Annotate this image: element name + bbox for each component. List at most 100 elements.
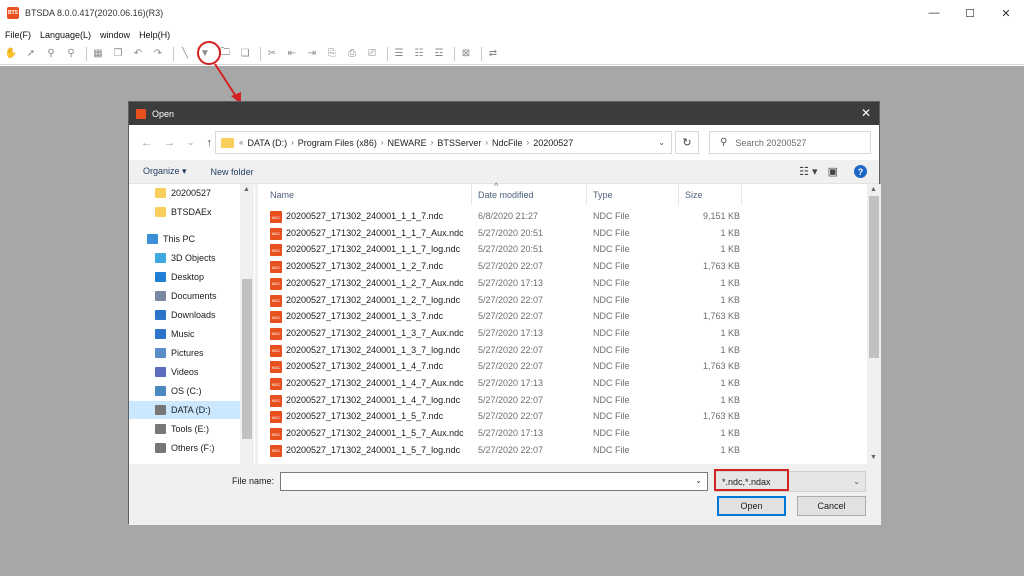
file-row[interactable]: NDC 20200527_171302_240001_1_5_7_Aux.ndc 5… [258,426,867,443]
file-list-scrollbar[interactable]: ▲ ▼ [867,184,881,467]
sidebar-item-music[interactable]: Music [129,325,240,343]
breadcrumb-item[interactable]: NEWARE [388,138,427,148]
file-type: NDC File [593,261,630,272]
close-button[interactable]: ✕ [988,0,1024,26]
excel-icon[interactable]: ⊠ [458,46,474,62]
next-icon[interactable]: ⎘ [324,46,340,62]
first-icon[interactable]: ⇤ [284,46,300,62]
minimize-button[interactable]: — [916,0,952,26]
table2-icon[interactable]: ☷ [411,46,427,62]
sidebar-item-others-f[interactable]: Others (F:) [129,439,240,457]
zoom-out-icon[interactable]: ⚲ [63,46,79,62]
breadcrumb-item[interactable]: DATA (D:) [247,138,287,148]
scroll-up-icon[interactable]: ▲ [243,186,250,193]
line-icon[interactable]: ╲ [177,46,193,62]
sidebar-item-desktop[interactable]: Desktop [129,268,240,286]
breadcrumb-item[interactable]: 20200527 [533,138,573,148]
file-row[interactable]: NDC 20200527_171302_240001_1_3_7_Aux.ndc 5… [258,326,867,343]
table-icon[interactable]: ☰ [391,46,407,62]
file-row[interactable]: NDC 20200527_171302_240001_1_2_7_Aux.ndc 5… [258,276,867,293]
sidebar-item-pictures[interactable]: Pictures [129,344,240,362]
column-header-name[interactable]: Name [264,184,472,205]
breadcrumb-item[interactable]: NdcFile [492,138,523,148]
view-options-icon[interactable]: ☷ ▾ [799,165,817,178]
hand-icon[interactable]: ✋ [3,46,19,62]
file-row[interactable]: NDC 20200527_171302_240001_1_2_7.ndc 5/27/… [258,259,867,276]
column-header-date[interactable]: Date modified [472,184,587,205]
file-type: NDC File [593,444,630,455]
redo-icon[interactable]: ↷ [150,46,166,62]
scroll-down-icon[interactable]: ▼ [870,454,877,461]
refresh-button[interactable]: ↻ [675,131,699,154]
table3-icon[interactable]: ☲ [431,46,447,62]
maximize-button[interactable]: ☐ [952,0,988,26]
filename-input[interactable]: ⌄ [280,472,708,491]
sidebar-item-os-c[interactable]: OS (C:) [129,382,240,400]
address-bar[interactable]: « DATA (D:) › Program Files (x86) › NEWA… [215,131,672,154]
column-header-size[interactable]: Size [679,184,742,205]
pointer-icon[interactable]: ➚ [23,46,39,62]
step-icon[interactable]: ⎚ [364,46,380,62]
file-row[interactable]: NDC 20200527_171302_240001_1_4_7_log.ndc 5… [258,393,867,410]
recent-dropdown-icon[interactable]: ⌄ [187,137,195,148]
up-arrow-icon[interactable]: ↑ [207,137,213,149]
sidebar-item-3d-objects[interactable]: 3D Objects [129,249,240,267]
chevron-down-icon[interactable]: ⌄ [695,476,702,485]
file-row[interactable]: NDC 20200527_171302_240001_1_5_7_log.ndc 5… [258,443,867,460]
chevron-right-icon: › [291,138,294,147]
breadcrumb-overflow[interactable]: « [239,138,243,147]
copy-icon[interactable]: ❐ [110,46,126,62]
sidebar-scrollbar[interactable]: ▲ [240,184,254,467]
file-row[interactable]: NDC 20200527_171302_240001_1_3_7.ndc 5/27/… [258,309,867,326]
new-folder-button[interactable]: New folder [211,167,254,177]
save-icon[interactable]: ❏ [237,46,253,62]
file-date-modified: 5/27/2020 20:51 [478,244,544,255]
menu-window[interactable]: window [100,30,130,40]
breadcrumb-item[interactable]: BTSServer [437,138,481,148]
sidebar-item-documents[interactable]: Documents [129,287,240,305]
back-arrow-icon[interactable]: ← [141,137,152,149]
sidebar-item-this-pc[interactable]: This PC [129,230,240,248]
search-input[interactable]: ⚲ Search 20200527 [709,131,871,154]
undo-icon[interactable]: ↶ [130,46,146,62]
file-row[interactable]: NDC 20200527_171302_240001_1_3_7_log.ndc 5… [258,343,867,360]
sidebar-item-data-d[interactable]: DATA (D:) [129,401,240,419]
column-header-type[interactable]: Type [587,184,679,205]
dialog-close-button[interactable]: ✕ [861,106,871,120]
sidebar-item-btsdaex[interactable]: BTSDAEx [129,203,240,221]
menu-help[interactable]: Help(H) [139,30,170,40]
export-icon[interactable]: ⇄ [485,46,501,62]
file-row[interactable]: NDC 20200527_171302_240001_1_1_7_log.ndc 5… [258,242,867,259]
zoom-in-icon[interactable]: ⚲ [43,46,59,62]
scrollbar-thumb[interactable] [242,279,252,439]
ndc-file-icon: NDC [270,311,282,324]
help-icon[interactable]: ? [854,165,867,178]
scroll-up-icon[interactable]: ▲ [870,186,877,193]
chevron-down-icon[interactable]: ⌄ [658,138,665,147]
sidebar-item-downloads[interactable]: Downloads [129,306,240,324]
tool-icon[interactable]: ✂ [264,46,280,62]
file-row[interactable]: NDC 20200527_171302_240001_1_2_7_log.ndc 5… [258,293,867,310]
menu-language[interactable]: Language(L) [40,30,91,40]
cancel-button[interactable]: Cancel [797,496,866,516]
sidebar-item-videos[interactable]: Videos [129,363,240,381]
file-row[interactable]: NDC 20200527_171302_240001_1_1_7_Aux.ndc 5… [258,226,867,243]
chevron-down-icon[interactable]: ⌄ [853,477,860,486]
file-row[interactable]: NDC 20200527_171302_240001_1_5_7.ndc 5/27/… [258,409,867,426]
file-row[interactable]: NDC 20200527_171302_240001_1_4_7.ndc 5/27/… [258,359,867,376]
file-row[interactable]: NDC 20200527_171302_240001_1_4_7_Aux.ndc 5… [258,376,867,393]
menu-file[interactable]: File(F) [5,30,31,40]
organize-button[interactable]: Organize ▾ [143,166,187,177]
forward-arrow-icon[interactable]: → [164,137,175,149]
sidebar-item-20200527[interactable]: 20200527 [129,184,240,202]
ndc-file-icon: NDC [270,294,282,307]
prev-icon[interactable]: ⇥ [304,46,320,62]
scrollbar-thumb[interactable] [869,196,879,358]
preview-pane-icon[interactable]: ▣ [828,165,838,178]
file-row[interactable]: NDC 20200527_171302_240001_1_1_7.ndc 6/8/2… [258,209,867,226]
breadcrumb-item[interactable]: Program Files (x86) [298,138,377,148]
sidebar-item-tools-e[interactable]: Tools (E:) [129,420,240,438]
open-button[interactable]: Open [717,496,786,516]
cycle-icon[interactable]: ⎙ [344,46,360,62]
grid-icon[interactable]: ▦ [90,46,106,62]
